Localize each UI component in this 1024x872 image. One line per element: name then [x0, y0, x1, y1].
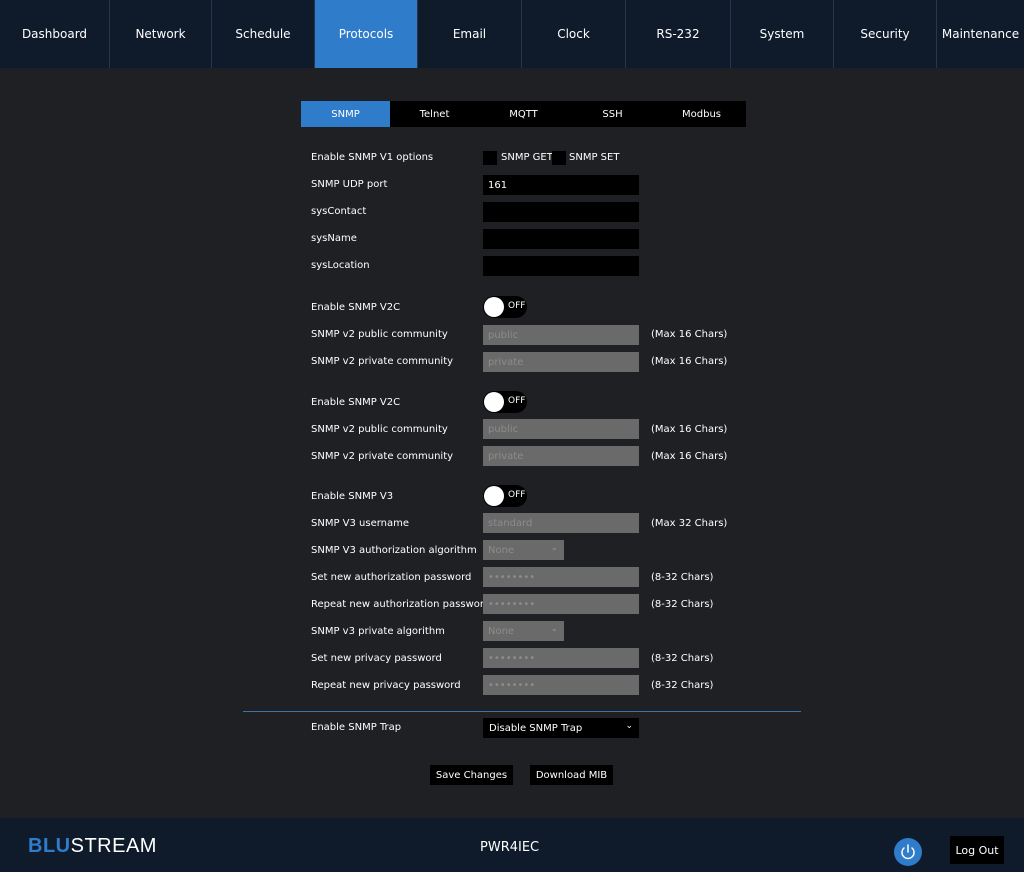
snmp-set-checkbox[interactable]: [552, 151, 566, 165]
sysname-input[interactable]: [483, 229, 639, 249]
repeat-priv-password-input[interactable]: ••••••••: [483, 675, 639, 695]
toggle-knob: [484, 392, 504, 412]
set-priv-password-hint: (8-32 Chars): [651, 653, 714, 664]
model-name: PWR4IEC: [480, 840, 540, 855]
set-auth-password-hint: (8-32 Chars): [651, 572, 714, 583]
section-divider: [243, 711, 801, 712]
v2c-toggle[interactable]: OFF: [483, 296, 527, 318]
v2-public-label: SNMP v2 public community: [311, 329, 448, 340]
v2-public-hint: (Max 16 Chars): [651, 329, 728, 340]
v2c-toggle-2[interactable]: OFF: [483, 391, 527, 413]
repeat-auth-password-input[interactable]: ••••••••: [483, 594, 639, 614]
subtab-ssh[interactable]: SSH: [568, 101, 657, 127]
v3-auth-algo-label: SNMP V3 authorization algorithm: [311, 545, 477, 556]
enable-v2c-label-2: Enable SNMP V2C: [311, 397, 401, 408]
chevron-down-icon: ⌄: [550, 624, 558, 634]
syscontact-input[interactable]: [483, 202, 639, 222]
set-priv-password-input[interactable]: ••••••••: [483, 648, 639, 668]
subtab-modbus[interactable]: Modbus: [657, 101, 746, 127]
v2-public-label-2: SNMP v2 public community: [311, 424, 448, 435]
syslocation-input[interactable]: [483, 256, 639, 276]
enable-v3-label: Enable SNMP V3: [311, 491, 394, 502]
v2-private-label-2: SNMP v2 private community: [311, 451, 454, 462]
logo-stream: STREAM: [70, 835, 157, 857]
v2-public-hint-2: (Max 16 Chars): [651, 424, 728, 435]
save-changes-button[interactable]: Save Changes: [430, 765, 513, 785]
v3-priv-algo-select[interactable]: None ⌄: [483, 621, 564, 641]
tab-maintenance[interactable]: Maintenance: [937, 0, 1024, 68]
v3-username-hint: (Max 32 Chars): [651, 518, 728, 529]
tab-network[interactable]: Network: [110, 0, 212, 68]
snmp-trap-select[interactable]: Disable SNMP Trap ⌄: [483, 718, 639, 738]
v3-priv-algo-label: SNMP v3 private algorithm: [311, 626, 445, 637]
enable-v1-label: Enable SNMP V1 options: [311, 152, 434, 163]
v2-public-input[interactable]: public: [483, 325, 639, 345]
snmp-get-checkbox[interactable]: [483, 151, 497, 165]
tab-system[interactable]: System: [731, 0, 834, 68]
tab-protocols[interactable]: Protocols: [315, 0, 418, 68]
enable-v2c-label: Enable SNMP V2C: [311, 302, 401, 313]
tab-clock[interactable]: Clock: [522, 0, 626, 68]
v2-private-input-2[interactable]: private: [483, 446, 639, 466]
tab-security[interactable]: Security: [834, 0, 937, 68]
v3-username-input[interactable]: standard: [483, 513, 639, 533]
chevron-down-icon: ⌄: [625, 721, 633, 731]
toggle-state-label: OFF: [508, 301, 526, 311]
logout-button[interactable]: Log Out: [950, 836, 1004, 864]
tab-email[interactable]: Email: [418, 0, 522, 68]
toggle-state-label: OFF: [508, 396, 526, 406]
set-auth-password-label: Set new authorization password: [311, 572, 472, 583]
snmp-trap-label: Enable SNMP Trap: [311, 722, 402, 733]
toggle-state-label: OFF: [508, 490, 526, 500]
subtab-telnet[interactable]: Telnet: [390, 101, 479, 127]
tab-schedule[interactable]: Schedule: [212, 0, 315, 68]
protocol-subtabs: SNMP Telnet MQTT SSH Modbus: [301, 101, 746, 127]
footer: BLUSTREAM PWR4IEC: [0, 818, 1024, 872]
v2-private-hint-2: (Max 16 Chars): [651, 451, 728, 462]
repeat-auth-password-label: Repeat new authorization password: [311, 599, 491, 610]
v3-priv-algo-value: None: [488, 625, 515, 637]
v3-username-label: SNMP V3 username: [311, 518, 410, 529]
top-nav: Dashboard Network Schedule Protocols Ema…: [0, 0, 1024, 68]
subtab-snmp[interactable]: SNMP: [301, 101, 390, 127]
v2-private-label: SNMP v2 private community: [311, 356, 454, 367]
repeat-auth-password-hint: (8-32 Chars): [651, 599, 714, 610]
tab-rs232[interactable]: RS-232: [626, 0, 731, 68]
set-auth-password-input[interactable]: ••••••••: [483, 567, 639, 587]
v3-auth-algo-select[interactable]: None ⌄: [483, 540, 564, 560]
toggle-knob: [484, 486, 504, 506]
power-button[interactable]: [894, 838, 922, 866]
udp-port-label: SNMP UDP port: [311, 179, 388, 190]
set-priv-password-label: Set new privacy password: [311, 653, 442, 664]
syscontact-label: sysContact: [311, 206, 367, 217]
v2-public-input-2[interactable]: public: [483, 419, 639, 439]
v3-auth-algo-value: None: [488, 544, 515, 556]
toggle-knob: [484, 297, 504, 317]
repeat-priv-password-hint: (8-32 Chars): [651, 680, 714, 691]
sysname-label: sysName: [311, 233, 357, 244]
v3-toggle[interactable]: OFF: [483, 485, 527, 507]
snmp-trap-value: Disable SNMP Trap: [489, 722, 583, 734]
tab-dashboard[interactable]: Dashboard: [0, 0, 110, 68]
snmp-set-label: SNMP SET: [569, 152, 620, 163]
download-mib-button[interactable]: Download MIB: [530, 765, 613, 785]
logo-blu: BLU: [28, 835, 71, 857]
subtab-mqtt[interactable]: MQTT: [479, 101, 568, 127]
chevron-down-icon: ⌄: [550, 543, 558, 553]
repeat-priv-password-label: Repeat new privacy password: [311, 680, 461, 691]
blustream-logo: BLUSTREAM: [28, 835, 157, 858]
udp-port-input[interactable]: 161: [483, 175, 639, 195]
syslocation-label: sysLocation: [311, 260, 370, 271]
power-icon: [901, 844, 915, 860]
snmp-get-label: SNMP GET: [501, 152, 553, 163]
v2-private-input[interactable]: private: [483, 352, 639, 372]
v2-private-hint: (Max 16 Chars): [651, 356, 728, 367]
